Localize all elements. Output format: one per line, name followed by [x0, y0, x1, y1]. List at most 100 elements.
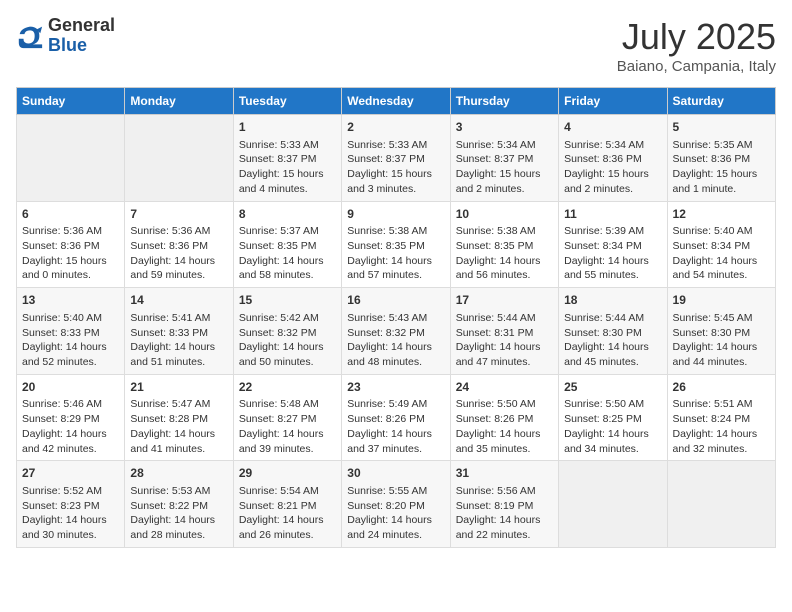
- day-info: Sunrise: 5:54 AM Sunset: 8:21 PM Dayligh…: [239, 484, 336, 543]
- calendar-cell: 7Sunrise: 5:36 AM Sunset: 8:36 PM Daylig…: [125, 201, 233, 288]
- calendar-cell: 3Sunrise: 5:34 AM Sunset: 8:37 PM Daylig…: [450, 115, 558, 202]
- day-info: Sunrise: 5:37 AM Sunset: 8:35 PM Dayligh…: [239, 224, 336, 283]
- calendar-cell: 28 Sunrise: 5:53 AM Sunset: 8:22 PM Dayli…: [125, 461, 233, 548]
- location: Baiano, Campania, Italy: [617, 58, 776, 75]
- day-number: 16: [347, 292, 444, 309]
- day-info: Sunrise: 5:38 AM Sunset: 8:35 PM Dayligh…: [456, 224, 553, 283]
- calendar-cell: [667, 461, 775, 548]
- day-info: Sunrise: 5:50 AM Sunset: 8:26 PM Dayligh…: [456, 397, 553, 456]
- day-info: Sunrise: 5:44 AM Sunset: 8:30 PM Dayligh…: [564, 311, 661, 370]
- day-number: 26: [673, 379, 770, 396]
- day-info: Sunrise: 5:55 AM Sunset: 8:20 PM Dayligh…: [347, 484, 444, 543]
- day-number: 31: [456, 465, 553, 482]
- day-number: 15: [239, 292, 336, 309]
- calendar-week-row: 27 Sunrise: 5:52 AM Sunset: 8:23 PM Dayli…: [17, 461, 776, 548]
- day-number: 21: [130, 379, 227, 396]
- day-info: Sunrise: 5:51 AM Sunset: 8:24 PM Dayligh…: [673, 397, 770, 456]
- calendar-cell: 22Sunrise: 5:48 AM Sunset: 8:27 PM Dayli…: [233, 374, 341, 461]
- day-number: 6: [22, 206, 119, 223]
- day-number: 10: [456, 206, 553, 223]
- day-info: Sunrise: 5:33 AM Sunset: 8:37 PM Dayligh…: [347, 138, 444, 197]
- day-number: 27: [22, 465, 119, 482]
- day-number: 2: [347, 119, 444, 136]
- calendar-cell: 6Sunrise: 5:36 AM Sunset: 8:36 PM Daylig…: [17, 201, 125, 288]
- logo: General Blue: [16, 16, 115, 56]
- calendar-week-row: 20Sunrise: 5:46 AM Sunset: 8:29 PM Dayli…: [17, 374, 776, 461]
- day-number: 19: [673, 292, 770, 309]
- calendar-cell: 25Sunrise: 5:50 AM Sunset: 8:25 PM Dayli…: [559, 374, 667, 461]
- weekday-header-saturday: Saturday: [667, 88, 775, 115]
- weekday-header-sunday: Sunday: [17, 88, 125, 115]
- day-info: Sunrise: 5:34 AM Sunset: 8:36 PM Dayligh…: [564, 138, 661, 197]
- day-info: Sunrise: 5:36 AM Sunset: 8:36 PM Dayligh…: [22, 224, 119, 283]
- calendar-cell: 24Sunrise: 5:50 AM Sunset: 8:26 PM Dayli…: [450, 374, 558, 461]
- day-info: Sunrise: 5:41 AM Sunset: 8:33 PM Dayligh…: [130, 311, 227, 370]
- calendar-cell: 16 Sunrise: 5:43 AM Sunset: 8:32 PM Dayli…: [342, 288, 450, 375]
- calendar-cell: 15 Sunrise: 5:42 AM Sunset: 8:32 PM Dayli…: [233, 288, 341, 375]
- calendar-cell: 1 Sunrise: 5:33 AM Sunset: 8:37 PM Daylig…: [233, 115, 341, 202]
- calendar-cell: 18Sunrise: 5:44 AM Sunset: 8:30 PM Dayli…: [559, 288, 667, 375]
- day-number: 7: [130, 206, 227, 223]
- calendar-cell: 4 Sunrise: 5:34 AM Sunset: 8:36 PM Daylig…: [559, 115, 667, 202]
- weekday-header-thursday: Thursday: [450, 88, 558, 115]
- calendar-cell: 10Sunrise: 5:38 AM Sunset: 8:35 PM Dayli…: [450, 201, 558, 288]
- day-number: 29: [239, 465, 336, 482]
- day-info: Sunrise: 5:53 AM Sunset: 8:22 PM Dayligh…: [130, 484, 227, 543]
- weekday-header-row: SundayMondayTuesdayWednesdayThursdayFrid…: [17, 88, 776, 115]
- day-info: Sunrise: 5:42 AM Sunset: 8:32 PM Dayligh…: [239, 311, 336, 370]
- weekday-header-tuesday: Tuesday: [233, 88, 341, 115]
- calendar-cell: 14Sunrise: 5:41 AM Sunset: 8:33 PM Dayli…: [125, 288, 233, 375]
- weekday-header-monday: Monday: [125, 88, 233, 115]
- day-number: 24: [456, 379, 553, 396]
- day-number: 9: [347, 206, 444, 223]
- logo-icon: [16, 22, 44, 50]
- title-block: July 2025 Baiano, Campania, Italy: [617, 16, 776, 75]
- calendar-cell: [17, 115, 125, 202]
- day-number: 4: [564, 119, 661, 136]
- day-info: Sunrise: 5:47 AM Sunset: 8:28 PM Dayligh…: [130, 397, 227, 456]
- calendar-cell: 12Sunrise: 5:40 AM Sunset: 8:34 PM Dayli…: [667, 201, 775, 288]
- calendar-week-row: 6Sunrise: 5:36 AM Sunset: 8:36 PM Daylig…: [17, 201, 776, 288]
- calendar-cell: 19 Sunrise: 5:45 AM Sunset: 8:30 PM Dayli…: [667, 288, 775, 375]
- day-number: 23: [347, 379, 444, 396]
- calendar-cell: 27 Sunrise: 5:52 AM Sunset: 8:23 PM Dayli…: [17, 461, 125, 548]
- calendar-cell: 17 Sunrise: 5:44 AM Sunset: 8:31 PM Dayli…: [450, 288, 558, 375]
- calendar-cell: [559, 461, 667, 548]
- day-info: Sunrise: 5:56 AM Sunset: 8:19 PM Dayligh…: [456, 484, 553, 543]
- calendar-week-row: 1 Sunrise: 5:33 AM Sunset: 8:37 PM Daylig…: [17, 115, 776, 202]
- calendar-cell: 2 Sunrise: 5:33 AM Sunset: 8:37 PM Daylig…: [342, 115, 450, 202]
- day-number: 30: [347, 465, 444, 482]
- day-info: Sunrise: 5:50 AM Sunset: 8:25 PM Dayligh…: [564, 397, 661, 456]
- calendar-cell: 23Sunrise: 5:49 AM Sunset: 8:26 PM Dayli…: [342, 374, 450, 461]
- day-number: 20: [22, 379, 119, 396]
- calendar-cell: 9Sunrise: 5:38 AM Sunset: 8:35 PM Daylig…: [342, 201, 450, 288]
- day-info: Sunrise: 5:48 AM Sunset: 8:27 PM Dayligh…: [239, 397, 336, 456]
- calendar-cell: 5 Sunrise: 5:35 AM Sunset: 8:36 PM Daylig…: [667, 115, 775, 202]
- day-number: 25: [564, 379, 661, 396]
- day-info: Sunrise: 5:36 AM Sunset: 8:36 PM Dayligh…: [130, 224, 227, 283]
- day-number: 17: [456, 292, 553, 309]
- day-info: Sunrise: 5:34 AM Sunset: 8:37 PM Dayligh…: [456, 138, 553, 197]
- day-info: Sunrise: 5:40 AM Sunset: 8:33 PM Dayligh…: [22, 311, 119, 370]
- weekday-header-wednesday: Wednesday: [342, 88, 450, 115]
- day-info: Sunrise: 5:49 AM Sunset: 8:26 PM Dayligh…: [347, 397, 444, 456]
- day-number: 5: [673, 119, 770, 136]
- calendar-cell: 30 Sunrise: 5:55 AM Sunset: 8:20 PM Dayli…: [342, 461, 450, 548]
- day-number: 8: [239, 206, 336, 223]
- calendar-cell: 26Sunrise: 5:51 AM Sunset: 8:24 PM Dayli…: [667, 374, 775, 461]
- day-number: 1: [239, 119, 336, 136]
- month-title: July 2025: [617, 16, 776, 58]
- calendar-cell: 8Sunrise: 5:37 AM Sunset: 8:35 PM Daylig…: [233, 201, 341, 288]
- day-info: Sunrise: 5:52 AM Sunset: 8:23 PM Dayligh…: [22, 484, 119, 543]
- day-info: Sunrise: 5:45 AM Sunset: 8:30 PM Dayligh…: [673, 311, 770, 370]
- calendar-cell: 20Sunrise: 5:46 AM Sunset: 8:29 PM Dayli…: [17, 374, 125, 461]
- day-info: Sunrise: 5:44 AM Sunset: 8:31 PM Dayligh…: [456, 311, 553, 370]
- calendar-week-row: 13Sunrise: 5:40 AM Sunset: 8:33 PM Dayli…: [17, 288, 776, 375]
- day-info: Sunrise: 5:35 AM Sunset: 8:36 PM Dayligh…: [673, 138, 770, 197]
- day-info: Sunrise: 5:33 AM Sunset: 8:37 PM Dayligh…: [239, 138, 336, 197]
- calendar-cell: 31 Sunrise: 5:56 AM Sunset: 8:19 PM Dayli…: [450, 461, 558, 548]
- day-info: Sunrise: 5:43 AM Sunset: 8:32 PM Dayligh…: [347, 311, 444, 370]
- day-number: 28: [130, 465, 227, 482]
- page-header: General Blue July 2025 Baiano, Campania,…: [16, 16, 776, 75]
- calendar-table: SundayMondayTuesdayWednesdayThursdayFrid…: [16, 87, 776, 548]
